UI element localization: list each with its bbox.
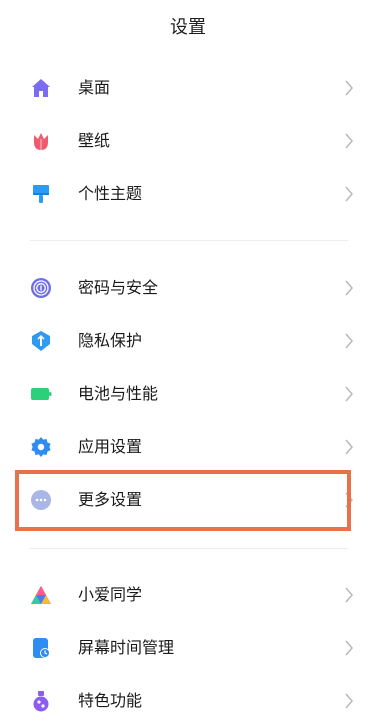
chevron-right-icon (344, 80, 354, 96)
chevron-right-icon (344, 280, 354, 296)
settings-item-label: 特色功能 (78, 690, 143, 710)
fingerprint-icon (30, 277, 52, 299)
battery-icon (30, 383, 52, 405)
settings-item-xiaoai[interactable]: 小爱同学 (0, 568, 376, 621)
settings-item-app-settings[interactable]: 应用设置 (0, 420, 376, 473)
settings-item-themes[interactable]: 个性主题 (0, 167, 376, 220)
settings-item-privacy[interactable]: 隐私保护 (0, 314, 376, 367)
settings-item-label: 隐私保护 (78, 330, 143, 350)
settings-item-label: 个性主题 (78, 183, 143, 203)
chevron-right-icon (344, 587, 354, 603)
paintbrush-icon (30, 183, 52, 205)
more-dots-icon (30, 489, 52, 511)
settings-item-label: 应用设置 (78, 436, 143, 456)
page-title: 设置 (170, 17, 206, 38)
settings-item-label: 小爱同学 (78, 584, 143, 604)
chevron-right-icon (344, 640, 354, 656)
chevron-right-icon (344, 492, 354, 508)
chevron-right-icon (344, 439, 354, 455)
chevron-right-icon (344, 386, 354, 402)
section-divider (30, 240, 348, 241)
settings-item-label: 密码与安全 (78, 277, 159, 297)
settings-item-battery-performance[interactable]: 电池与性能 (0, 367, 376, 420)
settings-item-label: 桌面 (78, 77, 111, 97)
settings-item-more-settings[interactable]: 更多设置 (0, 473, 376, 526)
settings-item-screen-time[interactable]: 屏幕时间管理 (0, 621, 376, 674)
settings-item-wallpaper[interactable]: 壁纸 (0, 114, 376, 167)
settings-item-password-security[interactable]: 密码与安全 (0, 261, 376, 314)
home-icon (30, 77, 52, 99)
gear-icon (30, 436, 52, 458)
settings-item-label: 更多设置 (78, 489, 143, 509)
chevron-right-icon (344, 133, 354, 149)
screen-time-icon (30, 637, 52, 659)
settings-item-label: 电池与性能 (78, 383, 159, 403)
xiaoai-icon (30, 584, 52, 606)
section-divider (30, 548, 348, 549)
settings-item-special-features[interactable]: 特色功能 (0, 674, 376, 727)
chevron-right-icon (344, 186, 354, 202)
feature-flask-icon (30, 690, 52, 712)
settings-item-desktop[interactable]: 桌面 (0, 61, 376, 114)
privacy-shield-icon (30, 330, 52, 352)
settings-item-label: 屏幕时间管理 (78, 637, 175, 657)
settings-item-label: 壁纸 (78, 130, 111, 150)
chevron-right-icon (344, 333, 354, 349)
chevron-right-icon (344, 693, 354, 709)
tulip-icon (30, 130, 52, 152)
